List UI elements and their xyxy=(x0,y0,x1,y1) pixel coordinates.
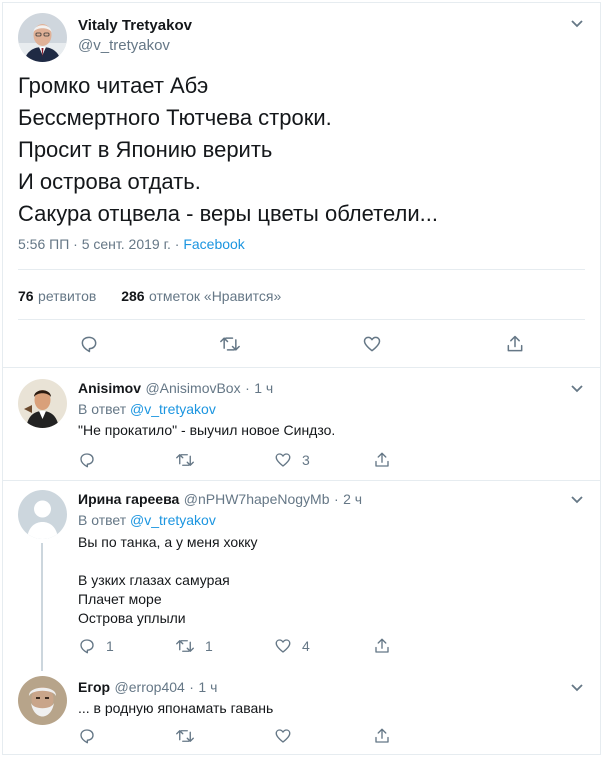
reply-author-handle[interactable]: @AnisimovBox xyxy=(145,380,240,396)
reply-time[interactable]: 2 ч xyxy=(343,491,362,507)
reply-icon xyxy=(80,729,94,744)
reply-text: Вы по танка, а у меня хокку В узких глаз… xyxy=(78,533,258,628)
share-button[interactable] xyxy=(373,727,391,745)
share-button[interactable] xyxy=(373,451,391,469)
reply-button[interactable] xyxy=(79,334,99,354)
reply-text-line: Вы по танка, а у меня хокку xyxy=(78,534,258,550)
reply-time[interactable]: 1 ч xyxy=(254,380,273,396)
tweet-date[interactable]: 5 сент. 2019 г. xyxy=(82,236,171,252)
reply-text: "Не прокатило" - выучил новое Синдзо. xyxy=(78,422,336,438)
reply-author-handle[interactable]: @nPHW7hapeNogyMb xyxy=(184,491,330,507)
retweets-count[interactable]: 76 xyxy=(18,288,34,304)
retweet-count: 1 xyxy=(205,638,213,654)
reply-author-name[interactable]: Ирина гареева xyxy=(78,491,179,507)
reply-to: В ответ @v_tretyakov xyxy=(78,401,216,417)
heart-icon xyxy=(275,639,291,653)
reply-icon xyxy=(81,336,97,353)
avatar[interactable] xyxy=(18,676,67,725)
meta-dot: · xyxy=(73,236,78,252)
retweet-icon xyxy=(176,640,194,652)
likes-count[interactable]: 286 xyxy=(121,288,144,304)
tweet-line: Просит в Японию верить xyxy=(18,137,273,162)
reply-author-name[interactable]: Anisimov xyxy=(78,380,141,396)
share-button[interactable] xyxy=(373,637,391,655)
reply-to-handle[interactable]: @v_tretyakov xyxy=(130,512,216,528)
tweet-meta: 5:56 ПП · 5 сент. 2019 г. · Facebook xyxy=(18,236,245,252)
reply-to: В ответ @v_tretyakov xyxy=(78,512,216,528)
thread-line xyxy=(41,543,43,671)
retweet-button[interactable] xyxy=(175,451,195,469)
author-name[interactable]: Vitaly Tretyakov xyxy=(78,17,192,34)
chevron-down-icon[interactable] xyxy=(570,17,584,32)
divider xyxy=(3,367,600,368)
retweet-icon xyxy=(176,454,194,466)
reply-icon xyxy=(80,639,94,654)
tweet-line: Бессмертного Тютчева строки. xyxy=(18,105,332,130)
reply-to-prefix: В ответ xyxy=(78,401,127,417)
divider xyxy=(18,319,585,320)
reply-header: Егор @errop404 · 1 ч xyxy=(78,679,217,697)
retweets-label[interactable]: ретвитов xyxy=(38,288,96,304)
retweet-button[interactable] xyxy=(219,334,241,354)
chevron-down-icon[interactable] xyxy=(570,382,584,397)
chevron-down-icon[interactable] xyxy=(570,493,584,508)
reply-text: ... в родную японамать гавань xyxy=(78,700,274,716)
meta-dot: · xyxy=(333,491,339,507)
heart-icon xyxy=(275,729,291,743)
tweet-text: Громко читает Абэ Бессмертного Тютчева с… xyxy=(18,70,438,230)
tweet-line: Сакура отцвела - веры цветы облетели... xyxy=(18,201,438,226)
chevron-down-icon[interactable] xyxy=(570,681,584,696)
reply-to-prefix: В ответ xyxy=(78,512,127,528)
reply-text-line: Плачет море xyxy=(78,591,162,607)
reply-button[interactable] xyxy=(78,727,96,745)
reply-author-name[interactable]: Егор xyxy=(78,679,110,695)
divider xyxy=(3,480,600,481)
share-icon xyxy=(507,335,523,352)
like-button[interactable]: 4 xyxy=(274,637,310,655)
reply-header: Ирина гареева @nPHW7hapeNogyMb · 2 ч xyxy=(78,491,362,509)
divider xyxy=(18,269,585,270)
author-handle[interactable]: @v_tretyakov xyxy=(78,37,170,54)
meta-dot: · xyxy=(245,380,250,396)
reply-icon xyxy=(80,453,94,468)
reply-to-handle[interactable]: @v_tretyakov xyxy=(130,401,216,417)
tweet-stats: 76 ретвитов 286 отметок «Нравится» xyxy=(18,288,281,306)
like-count: 4 xyxy=(302,638,310,654)
avatar[interactable] xyxy=(18,379,67,428)
avatar[interactable] xyxy=(18,490,67,539)
tweet-line: Громко читает Абэ xyxy=(18,73,209,98)
heart-icon xyxy=(275,453,291,467)
retweet-button[interactable]: 1 xyxy=(175,637,213,655)
retweet-icon xyxy=(176,730,194,742)
retweet-icon xyxy=(220,337,240,351)
heart-icon xyxy=(363,336,381,352)
retweet-button[interactable] xyxy=(175,727,195,745)
meta-dot: · xyxy=(189,679,194,695)
likes-label[interactable]: отметок «Нравится» xyxy=(149,288,281,304)
share-icon xyxy=(375,638,389,653)
reply-text-line: В узких глазах самурая xyxy=(78,572,230,588)
share-icon xyxy=(375,728,389,743)
meta-dot: · xyxy=(174,236,180,252)
tweet-source[interactable]: Facebook xyxy=(183,236,244,252)
tweet-time[interactable]: 5:56 ПП xyxy=(18,236,69,252)
tweet-line: И острова отдать. xyxy=(18,169,201,194)
like-count: 3 xyxy=(302,452,310,468)
reply-button[interactable]: 1 xyxy=(78,637,114,655)
reply-text-line: Острова уплыли xyxy=(78,610,186,626)
reply-header: Anisimov @AnisimovBox · 1 ч xyxy=(78,380,273,398)
avatar[interactable] xyxy=(18,13,67,62)
like-button[interactable] xyxy=(362,334,382,354)
like-button[interactable] xyxy=(274,727,292,745)
share-button[interactable] xyxy=(505,334,525,354)
share-icon xyxy=(375,452,389,467)
reply-button[interactable] xyxy=(78,451,96,469)
reply-count: 1 xyxy=(106,638,114,654)
reply-author-handle[interactable]: @errop404 xyxy=(115,679,185,695)
reply-time[interactable]: 1 ч xyxy=(198,679,217,695)
like-button[interactable]: 3 xyxy=(274,451,310,469)
